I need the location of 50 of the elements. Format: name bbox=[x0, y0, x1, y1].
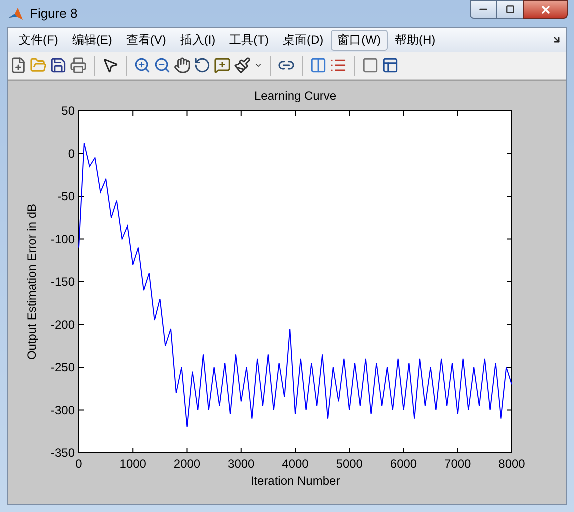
menu-item[interactable]: 窗口(W) bbox=[330, 30, 388, 50]
dock-arrow-icon[interactable] bbox=[552, 35, 562, 45]
zoom-in-icon[interactable] bbox=[134, 57, 151, 74]
maximize-icon bbox=[506, 5, 514, 14]
menu-item[interactable]: 编辑(E) bbox=[65, 30, 120, 50]
hand-icon[interactable] bbox=[174, 57, 191, 74]
y-tick-label: -200 bbox=[50, 318, 75, 332]
caret-icon[interactable] bbox=[254, 61, 263, 70]
app-logo-icon bbox=[8, 6, 24, 22]
menu-item[interactable]: 插入(I) bbox=[173, 30, 223, 50]
y-tick-label: 0 bbox=[68, 146, 75, 161]
rotate-icon[interactable] bbox=[194, 57, 211, 74]
menu-item[interactable]: 文件(F) bbox=[12, 30, 66, 50]
window-title: Figure 8 bbox=[30, 4, 78, 23]
y-axis-label: Output Estimation Error in dB bbox=[25, 204, 39, 360]
x-tick-label: 7000 bbox=[444, 457, 472, 471]
y-tick-label: -150 bbox=[50, 275, 75, 289]
x-tick-label: 4000 bbox=[282, 457, 309, 471]
menu-item[interactable]: 帮助(H) bbox=[388, 30, 443, 50]
y-tick-label: -300 bbox=[50, 403, 75, 418]
new-file-icon[interactable] bbox=[10, 57, 27, 74]
x-tick-label: 0 bbox=[76, 457, 82, 471]
printer-icon[interactable] bbox=[70, 57, 87, 74]
menu-item[interactable]: 查看(V) bbox=[119, 30, 174, 50]
x-tick-label: 6000 bbox=[390, 457, 418, 471]
menu-item[interactable]: 桌面(D) bbox=[276, 30, 331, 50]
save-icon[interactable] bbox=[50, 57, 67, 74]
close-icon bbox=[540, 4, 552, 16]
close-button[interactable] bbox=[523, 0, 568, 19]
maximize-button[interactable] bbox=[497, 0, 523, 19]
menu-item[interactable]: 工具(T) bbox=[222, 30, 276, 50]
y-tick-label: 50 bbox=[62, 104, 75, 118]
chart-title: Learning Curve bbox=[254, 89, 337, 103]
pointer-icon[interactable] bbox=[102, 57, 119, 74]
legend-icon[interactable] bbox=[330, 57, 347, 74]
square-icon[interactable] bbox=[362, 57, 379, 74]
zoom-out-icon[interactable] bbox=[154, 57, 171, 74]
x-tick-label: 8000 bbox=[498, 457, 526, 471]
y-tick-label: -100 bbox=[50, 232, 75, 246]
x-tick-label: 5000 bbox=[336, 457, 363, 471]
brush-icon[interactable] bbox=[234, 57, 251, 74]
y-tick-label: -350 bbox=[50, 446, 75, 460]
x-axis-label: Iteration Number bbox=[250, 474, 340, 488]
x-tick-label: 3000 bbox=[228, 457, 255, 471]
y-tick-label: -250 bbox=[50, 360, 75, 374]
minimize-button[interactable] bbox=[470, 0, 497, 19]
x-tick-label: 2000 bbox=[174, 457, 201, 471]
y-tick-label: -50 bbox=[58, 190, 75, 204]
x-tick-label: 1000 bbox=[120, 457, 146, 471]
panels-icon[interactable] bbox=[382, 57, 399, 74]
